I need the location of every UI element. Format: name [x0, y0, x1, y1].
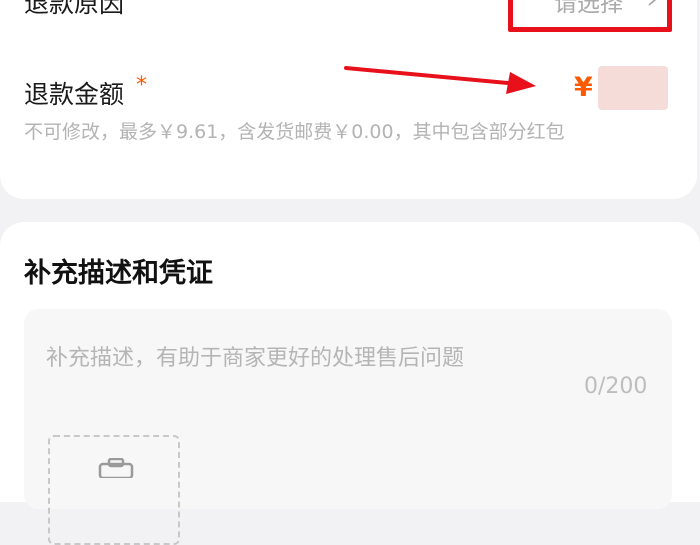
annotation-arrow [344, 66, 536, 94]
refund-reason-label: 退款原因 [24, 0, 125, 18]
section-title: 补充描述和凭证 [24, 258, 213, 289]
required-mark: * [136, 0, 147, 7]
refund-amount-hint: 不可修改，最多￥9.61，含发货邮费￥0.00，其中包含部分红包 [24, 121, 565, 143]
char-counter: 0/200 [584, 374, 648, 399]
description-placeholder: 补充描述，有助于商家更好的处理售后问题 [46, 346, 465, 371]
chevron-right-icon[interactable] [646, 0, 660, 6]
refund-reason-select[interactable]: 请选择 [554, 0, 623, 18]
refund-amount-label: 退款金额 [24, 80, 125, 109]
required-mark: * [136, 73, 147, 98]
redacted-amount [598, 66, 668, 110]
upload-evidence-button[interactable] [48, 435, 180, 545]
currency-symbol: ¥ [574, 72, 593, 103]
camera-icon [98, 458, 134, 478]
